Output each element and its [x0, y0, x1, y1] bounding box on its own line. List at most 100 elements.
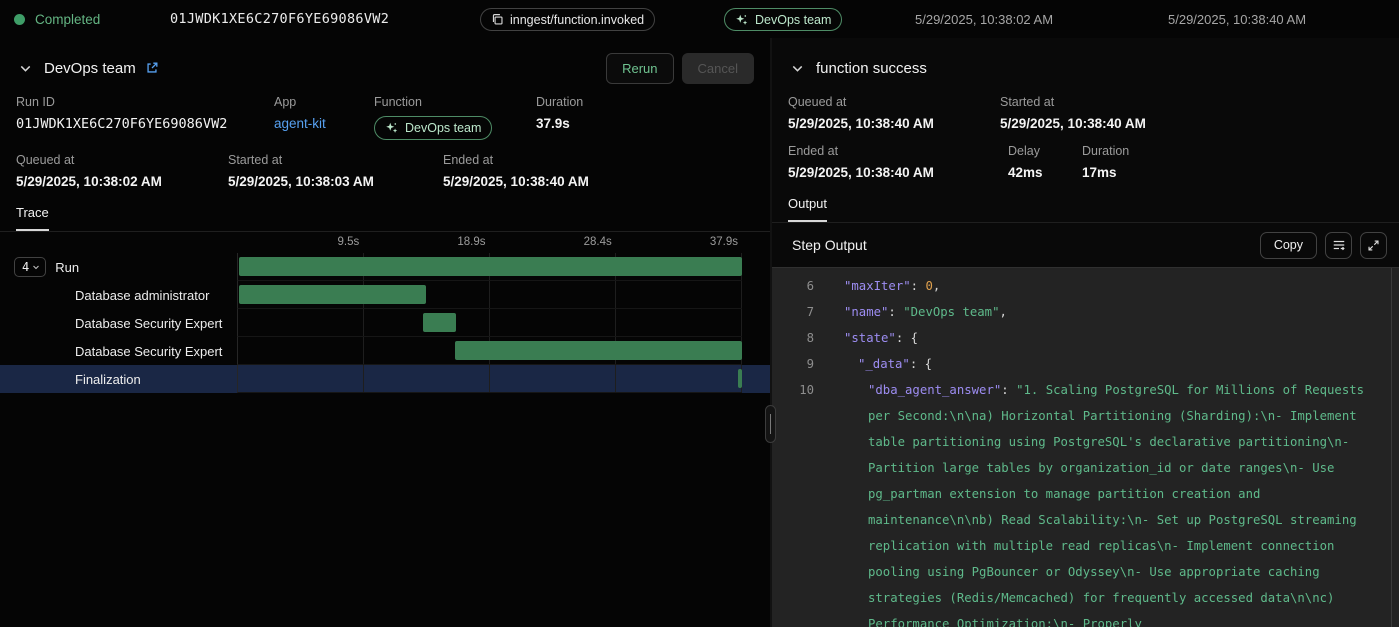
trace-row[interactable]: Database Security Expert	[0, 309, 770, 337]
code-content: "_data": {	[824, 351, 1399, 377]
trace-row-name: Finalization	[75, 372, 141, 387]
step-started-label: Started at	[1000, 95, 1146, 109]
external-link-icon[interactable]	[145, 61, 159, 75]
trace-row-label: Database administrator	[0, 281, 237, 309]
span-count: 4	[22, 260, 29, 274]
trace-row[interactable]: Database administrator	[0, 281, 770, 309]
word-wrap-button[interactable]	[1325, 232, 1352, 259]
code-content: "state": {	[824, 325, 1399, 351]
function-value-label: DevOps team	[405, 121, 481, 135]
left-tabbar: Trace	[0, 204, 770, 232]
event-badge-label: inngest/function.invoked	[510, 13, 644, 27]
line-number: 8	[772, 325, 814, 351]
collapse-step-chevron-icon[interactable]	[788, 59, 807, 78]
function-badge-label: DevOps team	[755, 13, 831, 27]
ended-at-label: Ended at	[443, 153, 589, 167]
chevron-down-icon	[32, 263, 40, 271]
run-id-value: 01JWDK1XE6C270F6YE69086VW2	[16, 116, 274, 132]
trace-row-track	[237, 253, 742, 281]
ended-at-field: Ended at 5/29/2025, 10:38:40 AM	[443, 153, 589, 189]
step-queued-field: Queued at 5/29/2025, 10:38:40 AM	[788, 95, 1000, 131]
queued-at-value: 5/29/2025, 10:38:02 AM	[16, 174, 228, 189]
axis-tick-label: 18.9s	[457, 236, 489, 248]
app-link[interactable]: agent-kit	[274, 116, 374, 131]
run-actions: Rerun Cancel	[606, 53, 754, 84]
function-badge[interactable]: DevOps team	[724, 8, 842, 31]
trace-row-label: Database Security Expert	[0, 337, 237, 365]
step-header: function success	[772, 38, 1399, 84]
trace-row-name: Run	[55, 260, 79, 275]
collapse-run-chevron-icon[interactable]	[16, 59, 35, 78]
step-output-bar: Step Output Copy	[772, 223, 1399, 267]
trace-row-name: Database Security Expert	[75, 316, 222, 331]
step-ended-label: Ended at	[788, 144, 1008, 158]
function-field: Function DevOps team	[374, 95, 536, 140]
line-number: 9	[772, 351, 814, 377]
code-line: 8 "state": {	[772, 325, 1399, 351]
code-content: "name": "DevOps team",	[824, 299, 1399, 325]
code-line: 7 "name": "DevOps team",	[772, 299, 1399, 325]
code-line: 6 "maxIter": 0,	[772, 273, 1399, 299]
trace-span-bar[interactable]	[239, 257, 742, 276]
panel-resize-handle[interactable]	[765, 405, 776, 443]
step-queued-label: Queued at	[788, 95, 1000, 109]
started-at-field: Started at 5/29/2025, 10:38:03 AM	[228, 153, 443, 189]
function-value-badge[interactable]: DevOps team	[374, 116, 492, 140]
trace-row[interactable]: Finalization	[0, 365, 770, 393]
trace-row[interactable]: 4 Run	[0, 253, 770, 281]
event-icon	[491, 13, 504, 26]
step-output-actions: Copy	[1260, 232, 1387, 259]
code-content: "dba_agent_answer": "1. Scaling PostgreS…	[824, 377, 1399, 627]
step-delay-label: Delay	[1008, 144, 1082, 158]
step-queued-value: 5/29/2025, 10:38:40 AM	[788, 116, 1000, 131]
step-title: function success	[816, 60, 927, 77]
topbar-queued-time: 5/29/2025, 10:38:02 AM	[915, 0, 1053, 38]
duration-field: Duration 37.9s	[536, 95, 583, 140]
tab-trace[interactable]: Trace	[16, 205, 49, 231]
code-line: 9 "_data": {	[772, 351, 1399, 377]
queued-at-field: Queued at 5/29/2025, 10:38:02 AM	[16, 153, 228, 189]
trace-span-bar[interactable]	[423, 313, 456, 332]
step-duration-value: 17ms	[1082, 165, 1129, 180]
panel-divider	[770, 38, 772, 627]
run-status: Completed	[14, 0, 100, 38]
trace-axis: 9.5s18.9s28.4s37.9s	[0, 232, 770, 253]
duration-label: Duration	[536, 95, 583, 109]
trace-span-bar[interactable]	[239, 285, 425, 304]
trace-row-label: Database Security Expert	[0, 309, 237, 337]
copy-button[interactable]: Copy	[1260, 232, 1317, 259]
run-meta-row1: Run ID 01JWDK1XE6C270F6YE69086VW2 App ag…	[0, 95, 770, 140]
run-header: DevOps team Rerun Cancel	[0, 38, 770, 84]
span-count-dropdown[interactable]: 4	[14, 257, 46, 277]
function-label: Function	[374, 95, 536, 109]
expand-icon	[1367, 239, 1380, 252]
status-label: Completed	[35, 12, 100, 27]
trace-span-bar[interactable]	[738, 369, 742, 388]
sparkle-icon	[735, 13, 749, 27]
trace-span-bar[interactable]	[455, 341, 742, 360]
tab-output[interactable]: Output	[788, 196, 827, 222]
topbar-ended-time: 5/29/2025, 10:38:40 AM	[1168, 0, 1306, 38]
code-content: "maxIter": 0,	[824, 273, 1399, 299]
step-delay-value: 42ms	[1008, 165, 1082, 180]
line-number: 7	[772, 299, 814, 325]
word-wrap-icon	[1332, 238, 1346, 252]
expand-button[interactable]	[1360, 232, 1387, 259]
trace-row-label: Finalization	[0, 365, 237, 393]
axis-tick-label: 9.5s	[338, 236, 364, 248]
started-at-label: Started at	[228, 153, 443, 167]
main-content: DevOps team Rerun Cancel Run ID 01JWDK1X…	[0, 38, 1399, 627]
trace-row-name: Database administrator	[75, 288, 209, 303]
trace-rows: 4 Run Database administrator Database Secur…	[0, 253, 770, 393]
trace-row[interactable]: Database Security Expert	[0, 337, 770, 365]
event-badge[interactable]: inngest/function.invoked	[480, 8, 655, 31]
app-field: App agent-kit	[274, 95, 374, 140]
step-output-code[interactable]: 6 "maxIter": 0, 7 "name": "DevOps team", 8 "s…	[772, 267, 1399, 627]
step-delay-field: Delay 42ms	[1008, 144, 1082, 180]
line-number: 10	[772, 377, 814, 627]
rerun-button[interactable]: Rerun	[606, 53, 673, 84]
line-number: 6	[772, 273, 814, 299]
run-id-field: Run ID 01JWDK1XE6C270F6YE69086VW2	[16, 95, 274, 140]
step-details-panel: function success Queued at 5/29/2025, 10…	[772, 38, 1399, 627]
axis-tick-label: 37.9s	[710, 236, 742, 248]
